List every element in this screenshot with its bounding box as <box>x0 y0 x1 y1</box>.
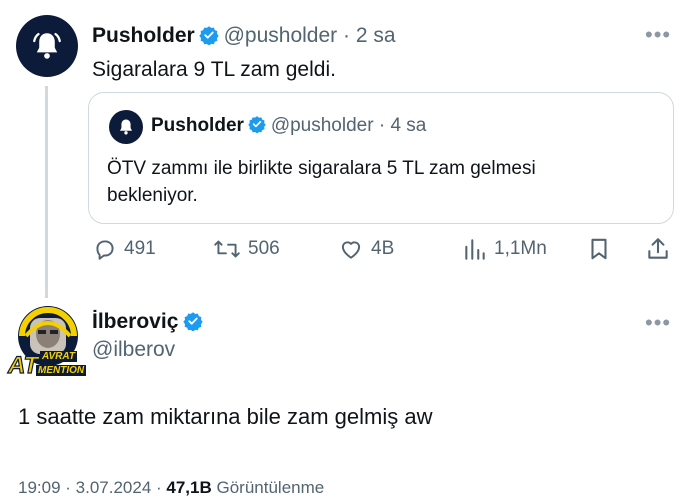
reply-views-label: Görüntülenme <box>211 478 325 497</box>
quote-header: Pusholder @pusholder · 4 sa <box>151 115 426 138</box>
verified-badge-icon <box>183 311 203 336</box>
reply-button[interactable]: 491 <box>92 236 156 262</box>
retweet-count: 506 <box>248 238 280 259</box>
quote-author-name: Pusholder <box>151 115 244 136</box>
more-options-icon[interactable]: ••• <box>645 22 671 48</box>
avatar-badge-bottom: MENTION <box>36 365 87 376</box>
avatar-badge: AT AVRAT MENTION <box>7 350 88 380</box>
bell-icon <box>33 32 61 59</box>
quoted-tweet-card[interactable]: Pusholder @pusholder · 4 sa ÖTV zammı il… <box>88 92 674 224</box>
author-handle[interactable]: @pusholder <box>224 24 338 47</box>
reply-author-name[interactable]: İlberoviç <box>92 310 178 333</box>
quote-text-line1: ÖTV zammı ile birlikte sigaralara 5 TL z… <box>107 158 536 179</box>
bell-icon <box>120 119 132 135</box>
thread-line <box>45 86 48 298</box>
quote-text-line2: bekleniyor. <box>107 185 198 206</box>
more-options-icon[interactable]: ••• <box>645 310 671 336</box>
reply-count: 491 <box>124 238 156 259</box>
reply-footer: 19:09 · 3.07.2024 · 47,1B Görüntülenme <box>18 478 324 498</box>
views-button[interactable]: 1,1Mn <box>462 236 547 262</box>
reply-avatar[interactable]: AT AVRAT MENTION <box>7 300 88 382</box>
share-icon <box>648 238 668 259</box>
reply-icon <box>96 240 114 260</box>
tweet-header: Pusholder @pusholder · 2 sa <box>92 24 396 50</box>
like-button[interactable]: 4B <box>337 236 394 262</box>
avatar-badge-top: AVRAT <box>40 351 77 362</box>
heart-icon <box>341 241 361 259</box>
share-button[interactable] <box>645 236 671 267</box>
retweet-button[interactable]: 506 <box>212 236 280 262</box>
views-count: 1,1Mn <box>494 238 547 259</box>
tweet-text: Sigaralara 9 TL zam geldi. <box>92 58 336 81</box>
author-name[interactable]: Pusholder <box>92 24 195 47</box>
reply-author-handle[interactable]: @ilberov <box>92 338 175 362</box>
quote-author-handle: @pusholder <box>270 115 374 136</box>
verified-badge-icon <box>248 115 267 138</box>
quote-avatar <box>109 110 143 144</box>
like-count: 4B <box>371 238 395 259</box>
reply-text: 1 saatte zam miktarına bile zam gelmiş a… <box>18 404 433 429</box>
quote-time: 4 sa <box>390 115 427 136</box>
avatar-badge-left: AT <box>7 351 39 379</box>
bookmark-button[interactable] <box>586 236 612 267</box>
views-chart-icon <box>465 239 485 260</box>
reply-header: İlberoviç <box>92 310 203 336</box>
reply-timestamp[interactable]: 19:09 · 3.07.2024 · <box>18 478 166 497</box>
separator-dot: · <box>373 115 391 136</box>
bookmark-icon <box>591 238 607 260</box>
separator-dot: · <box>337 24 356 47</box>
tweet-time[interactable]: 2 sa <box>356 24 396 47</box>
retweet-icon <box>214 240 240 258</box>
verified-badge-icon <box>199 25 219 50</box>
avatar[interactable] <box>16 15 78 77</box>
reply-views-count: 47,1B <box>166 478 212 497</box>
